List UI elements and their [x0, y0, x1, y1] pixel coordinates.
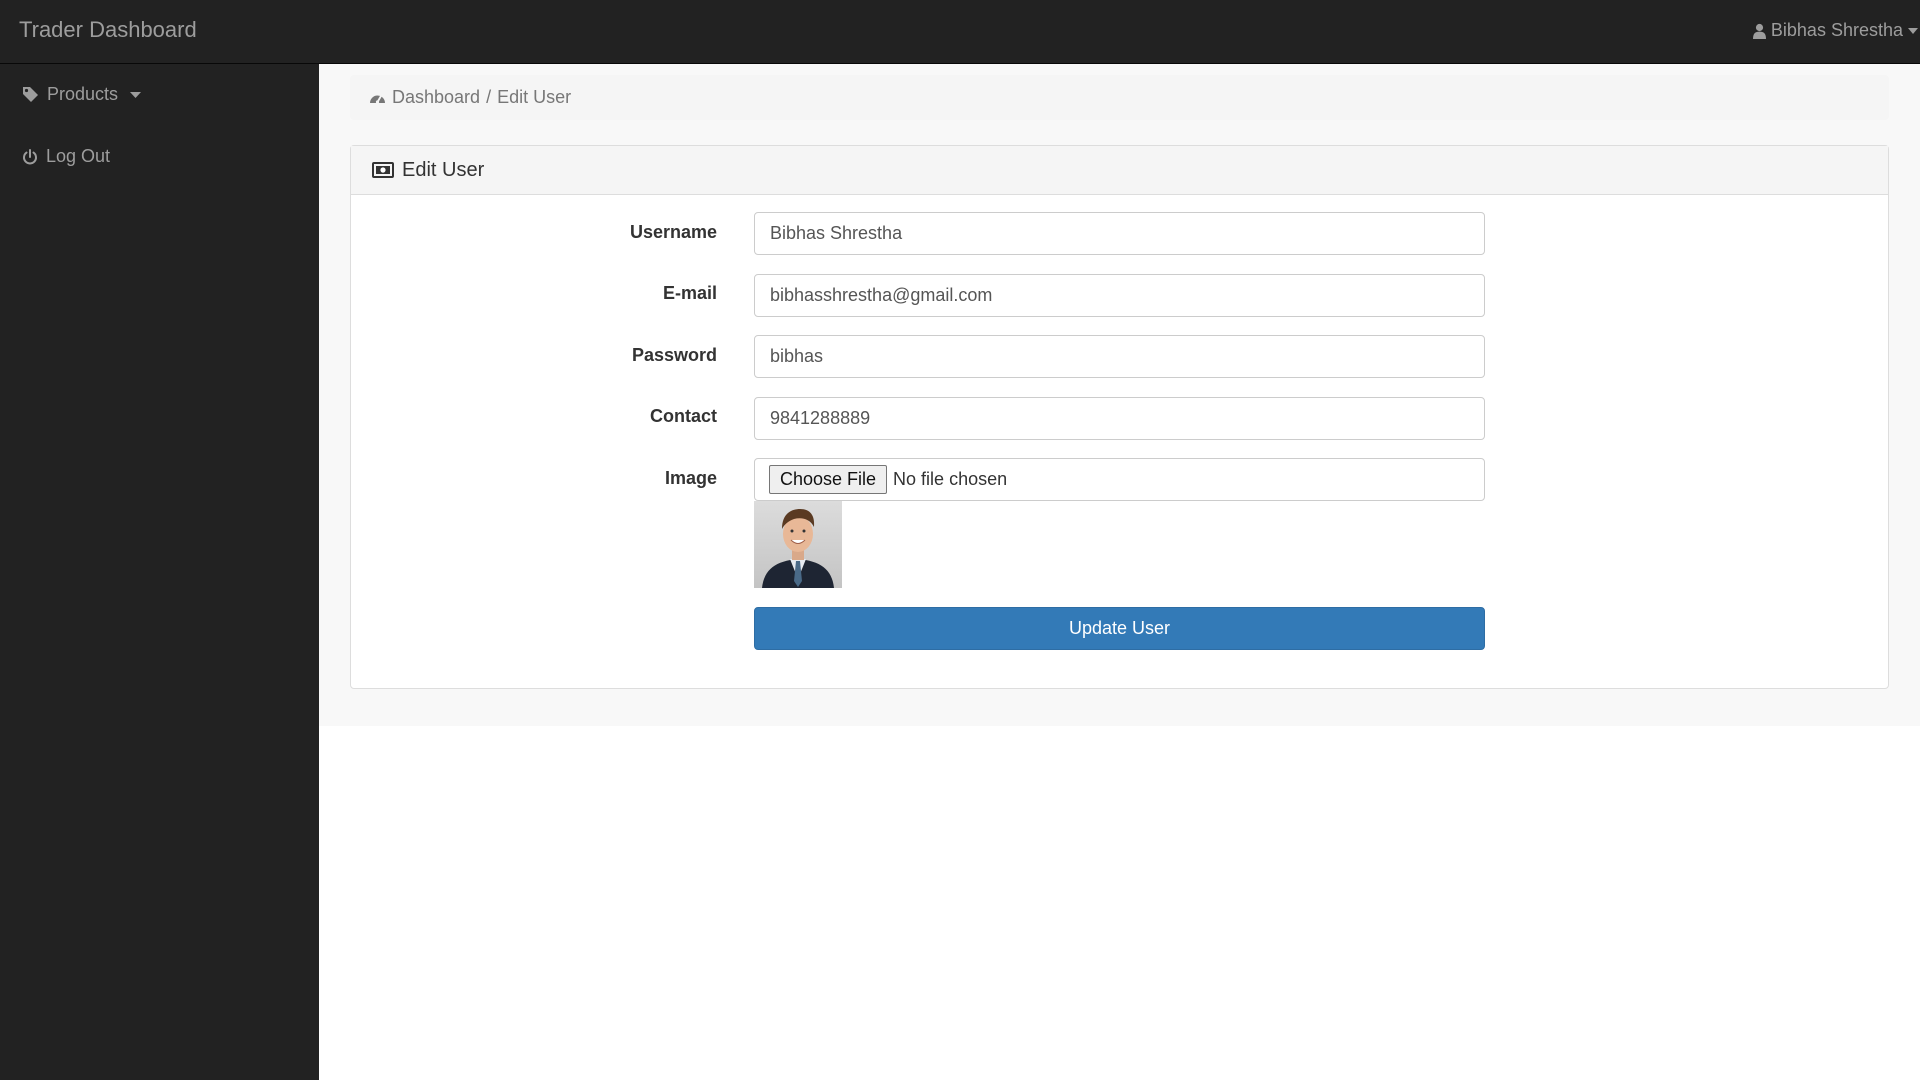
user-name: Bibhas Shrestha [1770, 20, 1903, 40]
email-input[interactable] [754, 274, 1485, 317]
user-avatar-image [754, 501, 842, 588]
sidebar-item-logout[interactable]: Log Out [22, 146, 110, 167]
avatar-portrait [762, 509, 834, 588]
caret-down-icon [1908, 27, 1918, 34]
brand-title[interactable]: Trader Dashboard [19, 17, 197, 43]
image-file-input[interactable]: Choose File No file chosen [754, 458, 1485, 501]
breadcrumb: Dashboard / Edit User [350, 75, 1889, 120]
username-label: Username [629, 222, 717, 242]
sidebar-item-products[interactable]: Products [22, 84, 142, 105]
update-user-button[interactable]: Update User [754, 607, 1485, 650]
contact-input[interactable] [754, 397, 1485, 440]
password-label: Password [631, 345, 717, 365]
breadcrumb-home-label: Dashboard [392, 87, 481, 107]
password-input[interactable] [754, 335, 1485, 378]
dashboard-icon [370, 95, 385, 104]
top-navbar: Trader Dashboard Bibhas Shrestha [0, 0, 1920, 64]
panel-heading: Edit User [351, 146, 1888, 195]
power-icon [23, 148, 37, 164]
tag-icon [23, 87, 38, 102]
sidebar: Products Log Out [0, 64, 319, 1080]
sidebar-item-label: Log Out [46, 146, 111, 166]
contact-label: Contact [650, 406, 717, 426]
user-icon [1752, 23, 1766, 39]
panel-title: Edit User [402, 158, 485, 181]
sidebar-item-label: Products [47, 84, 119, 104]
caret-down-icon [130, 91, 142, 98]
file-status: No file chosen [893, 469, 1008, 489]
breadcrumb-current: Edit User [497, 87, 572, 107]
money-icon [372, 162, 394, 178]
image-label: Image [664, 468, 717, 488]
choose-file-button[interactable]: Choose File [769, 465, 888, 494]
breadcrumb-separator: / [486, 87, 492, 107]
breadcrumb-dashboard[interactable]: Dashboard [369, 87, 480, 108]
email-label: E-mail [662, 283, 717, 303]
user-menu[interactable]: Bibhas Shrestha [1752, 20, 1920, 41]
username-input[interactable] [754, 212, 1485, 255]
